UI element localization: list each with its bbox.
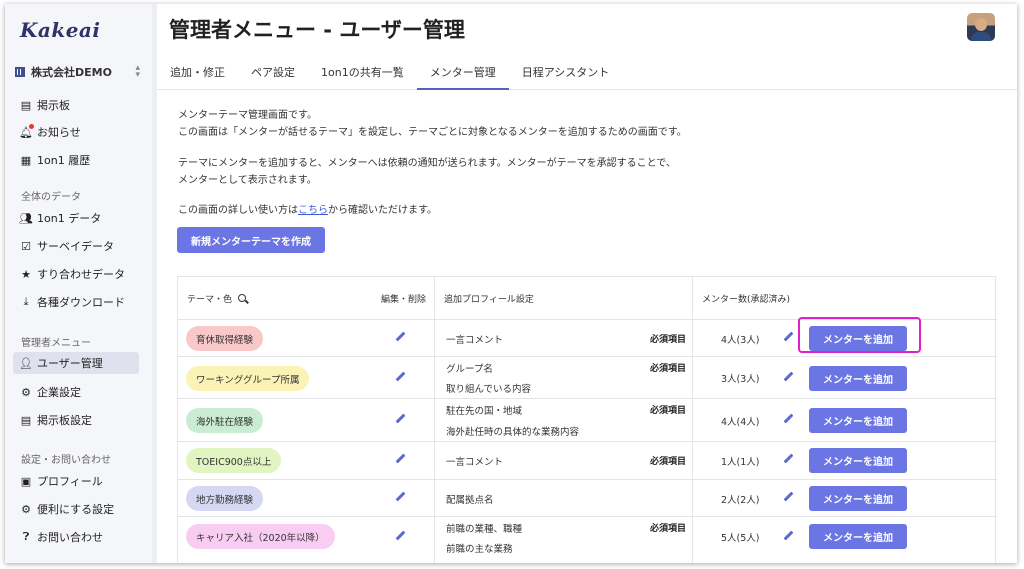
description-line-4: メンターとして表示されます。 <box>178 175 317 186</box>
sidebar-item-survey-data[interactable]: ☑ サーベイデータ <box>13 235 139 257</box>
profile-icon: ▣ <box>20 474 32 488</box>
company-settings-icon: ⚙ <box>21 385 31 399</box>
sidebar: Kakeai 株式会社DEMO ▴ ▾ ▤ 掲示板 🔔︎ お知らせ ▦ 1on1 … <box>5 4 152 563</box>
edit-icon[interactable] <box>394 331 406 343</box>
sidebar-item-company-settings[interactable]: ⚙ 企業設定 <box>13 381 139 403</box>
edit-mentor-icon[interactable] <box>782 413 794 425</box>
add-mentor-button[interactable]: メンターを追加 <box>809 408 907 433</box>
people-icon: 👥︎ <box>19 211 33 225</box>
required-label: 必須項目 <box>650 364 687 374</box>
sidebar-item-alignment-data[interactable]: ★ すり合わせデータ <box>13 263 139 285</box>
edit-icon[interactable] <box>394 530 406 542</box>
app-window: Kakeai 株式会社DEMO ▴ ▾ ▤ 掲示板 🔔︎ お知らせ ▦ 1on1 … <box>5 4 1017 563</box>
edit-mentor-icon[interactable] <box>782 331 794 343</box>
board-settings-icon: ▤ <box>20 413 32 427</box>
table-row: TOEIC900点以上 一言コメント 必須項目 1人(1人) メンターを追加 <box>178 441 997 479</box>
theme-pill: 海外駐在経験 <box>186 408 264 433</box>
company-name: 株式会社DEMO <box>31 66 112 79</box>
table-row: ワーキンググループ所属 グループ名 取り組んでいる内容 必須項目 3人(3人) … <box>178 356 997 398</box>
edit-icon[interactable] <box>394 453 406 465</box>
section-label-data: 全体のデータ <box>21 192 81 203</box>
create-mentor-theme-button[interactable]: 新規メンターテーマを作成 <box>177 227 325 253</box>
main-content: 管理者メニュー - ユーザー管理 追加・修正 ペア設定 1on1の共有一覧 メン… <box>157 4 1017 563</box>
mentor-count: 4人(3人) <box>721 335 760 346</box>
edit-mentor-icon[interactable] <box>782 530 794 542</box>
help-icon: ❓︎ <box>22 530 30 543</box>
required-label: 必須項目 <box>650 335 687 345</box>
required-label: 必須項目 <box>650 406 687 416</box>
download-icon: ⤓ <box>23 295 29 308</box>
table-row: 地方勤務経験 配属拠点名 2人(2人) メンターを追加 <box>178 479 997 516</box>
tab-mentor-management[interactable]: メンター管理 <box>416 58 509 90</box>
header-edit: 編集・削除 <box>381 294 427 305</box>
help-link[interactable]: こちら <box>298 205 328 216</box>
sidebar-item-notifications[interactable]: 🔔︎ お知らせ <box>13 121 139 143</box>
add-mentor-button[interactable]: メンターを追加 <box>809 448 907 473</box>
sidebar-item-board[interactable]: ▤ 掲示板 <box>13 94 139 116</box>
chevron-updown-icon: ▴ ▾ <box>135 63 140 80</box>
sidebar-item-1on1-history[interactable]: ▦ 1on1 履歴 <box>13 149 139 171</box>
section-label-settings: 設定・お問い合わせ <box>21 455 111 466</box>
edit-icon[interactable] <box>394 491 406 503</box>
highlight-box <box>798 317 921 353</box>
mentor-count: 1人(1人) <box>721 457 760 468</box>
theme-pill: 地方勤務経験 <box>186 486 264 511</box>
sidebar-item-contact[interactable]: ❓︎ お問い合わせ <box>13 526 139 548</box>
edit-mentor-icon[interactable] <box>782 491 794 503</box>
header-mentors: メンター数(承認済み) <box>702 294 791 305</box>
app-logo: Kakeai <box>20 18 101 42</box>
add-mentor-button[interactable]: メンターを追加 <box>809 524 907 549</box>
sidebar-item-user-management[interactable]: 👤︎ ユーザー管理 <box>13 352 139 374</box>
description-line-1: メンターテーマ管理画面です。 <box>178 110 317 121</box>
edit-mentor-icon[interactable] <box>782 371 794 383</box>
sidebar-item-downloads[interactable]: ⤓ 各種ダウンロード <box>13 291 139 313</box>
sidebar-item-1on1-data[interactable]: 👥︎ 1on1 データ <box>13 207 139 229</box>
sidebar-item-board-settings[interactable]: ▤ 掲示板設定 <box>13 409 139 431</box>
header-theme: テーマ・色 <box>187 277 247 319</box>
description-line-5: この画面の詳しい使い方はこちらから確認いただけます。 <box>178 205 437 216</box>
edit-icon[interactable] <box>394 413 406 425</box>
header-profile: 追加プロフィール設定 <box>444 294 534 305</box>
building-icon <box>15 67 25 77</box>
user-manage-icon: 👤︎ <box>19 356 33 370</box>
pin-icon: ★ <box>21 267 31 281</box>
section-label-admin: 管理者メニュー <box>21 338 91 349</box>
page-title: 管理者メニュー - ユーザー管理 <box>169 18 465 42</box>
mentor-count: 5人(5人) <box>721 533 760 544</box>
history-icon: ▦ <box>20 153 32 167</box>
survey-icon: ☑ <box>21 239 31 253</box>
theme-pill: TOEIC900点以上 <box>186 448 282 473</box>
edit-icon[interactable] <box>394 371 406 383</box>
search-icon[interactable] <box>238 294 247 302</box>
avatar[interactable] <box>967 13 995 41</box>
add-mentor-button[interactable]: メンターを追加 <box>809 366 907 391</box>
sidebar-item-convenience-settings[interactable]: ⚙ 便利にする設定 <box>13 498 139 520</box>
mentor-count: 3人(3人) <box>721 374 760 385</box>
tab-bar: 追加・修正 ペア設定 1on1の共有一覧 メンター管理 日程アシスタント <box>157 58 1017 90</box>
edit-mentor-icon[interactable] <box>782 453 794 465</box>
theme-pill: 育休取得経験 <box>186 326 264 351</box>
description-line-3: テーマにメンターを追加すると、メンターへは依頼の通知が送られます。メンターがテー… <box>178 158 676 169</box>
mentor-theme-table: テーマ・色 編集・削除 追加プロフィール設定 メンター数(承認済み) 育休取得経… <box>177 276 997 563</box>
mentor-count: 4人(4人) <box>721 417 760 428</box>
tab-add-edit[interactable]: 追加・修正 <box>157 58 238 90</box>
tab-1on1-share-list[interactable]: 1on1の共有一覧 <box>308 58 417 90</box>
theme-pill: ワーキンググループ所属 <box>186 366 310 391</box>
theme-pill: キャリア入社（2020年以降） <box>186 524 335 549</box>
company-selector[interactable]: 株式会社DEMO ▴ ▾ <box>15 64 140 80</box>
tab-pair-settings[interactable]: ペア設定 <box>238 58 308 90</box>
required-label: 必須項目 <box>650 457 687 467</box>
tab-schedule-assistant[interactable]: 日程アシスタント <box>509 58 623 90</box>
add-mentor-button[interactable]: メンターを追加 <box>809 486 907 511</box>
table-row: 海外駐在経験 駐在先の国・地域 海外赴任時の具体的な業務内容 必須項目 4人(4… <box>178 398 997 441</box>
description-line-2: この画面は「メンターが話せるテーマ」を設定し、テーマごとに対象となるメンターを追… <box>178 127 687 138</box>
gear-icon: ⚙ <box>21 502 31 516</box>
sidebar-item-profile[interactable]: ▣ プロフィール <box>13 470 139 492</box>
bell-icon: 🔔︎ <box>19 124 34 139</box>
mentor-count: 2人(2人) <box>721 495 760 506</box>
required-label: 必須項目 <box>650 524 687 534</box>
board-icon: ▤ <box>20 98 32 112</box>
table-row: キャリア入社（2020年以降） 前職の業種、職種 前職の主な業務 必須項目 5人… <box>178 516 997 558</box>
